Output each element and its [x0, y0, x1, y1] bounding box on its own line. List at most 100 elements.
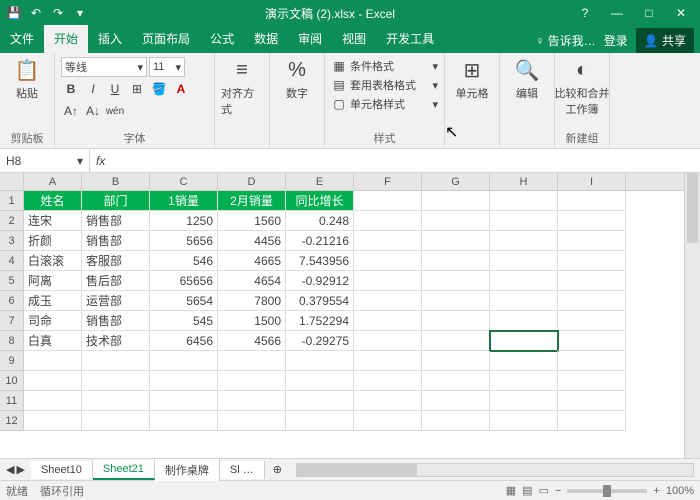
cell[interactable]: 1560	[218, 211, 286, 231]
phonetic-button[interactable]: wén	[105, 101, 125, 121]
cell[interactable]	[82, 391, 150, 411]
col-header[interactable]: H	[490, 173, 558, 190]
border-button[interactable]: ⊞	[127, 79, 147, 99]
col-header[interactable]: F	[354, 173, 422, 190]
cells-area[interactable]: 姓名部门1销量2月销量同比增长连宋销售部125015600.248折颜销售部56…	[24, 191, 684, 458]
cell[interactable]: 1.752294	[286, 311, 354, 331]
cell[interactable]: 5656	[150, 231, 218, 251]
cell[interactable]: 545	[150, 311, 218, 331]
cell[interactable]	[354, 331, 422, 351]
bold-button[interactable]: B	[61, 79, 81, 99]
cell[interactable]	[422, 371, 490, 391]
cell[interactable]: 部门	[82, 191, 150, 211]
tab-home[interactable]: 开始	[44, 25, 88, 53]
cell[interactable]	[422, 191, 490, 211]
cell[interactable]	[218, 351, 286, 371]
cell[interactable]	[490, 411, 558, 431]
cell[interactable]	[24, 351, 82, 371]
font-size-combo[interactable]: 11▾	[149, 57, 185, 77]
cell[interactable]: 546	[150, 251, 218, 271]
minimize-button[interactable]: —	[602, 3, 632, 23]
cell[interactable]	[490, 211, 558, 231]
tab-developer[interactable]: 开发工具	[376, 25, 444, 53]
cell[interactable]: 姓名	[24, 191, 82, 211]
cell[interactable]: 技术部	[82, 331, 150, 351]
cell[interactable]: -0.21216	[286, 231, 354, 251]
share-button[interactable]: 👤 共享	[636, 28, 694, 53]
qat-more-icon[interactable]: ▾	[70, 3, 90, 23]
cell[interactable]	[558, 371, 626, 391]
number-format-button[interactable]: % 数字	[276, 57, 318, 101]
font-name-combo[interactable]: 等线▾	[61, 57, 147, 77]
alignment-button[interactable]: ≡ 对齐方式	[221, 57, 263, 117]
cell[interactable]: 售后部	[82, 271, 150, 291]
cell[interactable]: 4665	[218, 251, 286, 271]
cell[interactable]: 连宋	[24, 211, 82, 231]
row-header[interactable]: 8	[0, 331, 23, 351]
conditional-format-button[interactable]: ▦条件格式▾	[331, 57, 438, 75]
cell[interactable]	[490, 391, 558, 411]
cell[interactable]	[354, 311, 422, 331]
cell[interactable]	[354, 211, 422, 231]
cell[interactable]: 5654	[150, 291, 218, 311]
cell[interactable]: 1250	[150, 211, 218, 231]
cells-button[interactable]: ⊞ 单元格	[451, 57, 493, 101]
cell[interactable]	[422, 251, 490, 271]
cell[interactable]	[354, 231, 422, 251]
cell[interactable]: 65656	[150, 271, 218, 291]
view-page-icon[interactable]: ▤	[522, 484, 532, 497]
cell[interactable]	[422, 331, 490, 351]
cell[interactable]	[150, 351, 218, 371]
cell[interactable]	[558, 331, 626, 351]
cell[interactable]	[218, 391, 286, 411]
sheet-nav[interactable]: ◀▶	[0, 463, 31, 476]
font-color-button[interactable]: A	[171, 79, 191, 99]
cell[interactable]: 销售部	[82, 311, 150, 331]
cell[interactable]	[286, 391, 354, 411]
undo-icon[interactable]: ↶	[26, 3, 46, 23]
cell[interactable]: 司命	[24, 311, 82, 331]
tab-formulas[interactable]: 公式	[200, 25, 244, 53]
row-header[interactable]: 4	[0, 251, 23, 271]
cell[interactable]: 0.248	[286, 211, 354, 231]
cell[interactable]	[490, 331, 558, 351]
cell[interactable]: 成玉	[24, 291, 82, 311]
column-headers[interactable]: ABCDEFGHI	[24, 173, 684, 191]
editing-button[interactable]: 🔍 编辑	[506, 57, 548, 101]
cell[interactable]	[354, 251, 422, 271]
cell[interactable]	[82, 351, 150, 371]
cell[interactable]	[490, 371, 558, 391]
sheet-tab[interactable]: Sheet10	[31, 461, 93, 479]
cell[interactable]: 6456	[150, 331, 218, 351]
cell[interactable]	[354, 191, 422, 211]
cell[interactable]: 4654	[218, 271, 286, 291]
col-header[interactable]: A	[24, 173, 82, 190]
row-header[interactable]: 12	[0, 411, 23, 431]
cell[interactable]: 白滚滚	[24, 251, 82, 271]
cell[interactable]: 1500	[218, 311, 286, 331]
cell[interactable]	[558, 251, 626, 271]
cell[interactable]	[490, 271, 558, 291]
row-header[interactable]: 3	[0, 231, 23, 251]
cell[interactable]	[490, 351, 558, 371]
tab-insert[interactable]: 插入	[88, 25, 132, 53]
decrease-font-button[interactable]: A↓	[83, 101, 103, 121]
italic-button[interactable]: I	[83, 79, 103, 99]
col-header[interactable]: C	[150, 173, 218, 190]
cell[interactable]	[490, 231, 558, 251]
tab-view[interactable]: 视图	[332, 25, 376, 53]
cell[interactable]	[558, 211, 626, 231]
tab-file[interactable]: 文件	[0, 25, 44, 53]
cell[interactable]	[82, 411, 150, 431]
formula-input[interactable]	[111, 151, 694, 171]
save-icon[interactable]: 💾	[4, 3, 24, 23]
zoom-in-button[interactable]: +	[653, 485, 659, 497]
cell[interactable]: 4566	[218, 331, 286, 351]
row-header[interactable]: 6	[0, 291, 23, 311]
tab-page-layout[interactable]: 页面布局	[132, 25, 200, 53]
cell[interactable]: 同比增长	[286, 191, 354, 211]
horizontal-scrollbar[interactable]	[296, 463, 694, 477]
view-break-icon[interactable]: ▭	[539, 484, 549, 497]
zoom-out-button[interactable]: −	[555, 485, 561, 497]
login-button[interactable]: 登录	[604, 32, 628, 49]
